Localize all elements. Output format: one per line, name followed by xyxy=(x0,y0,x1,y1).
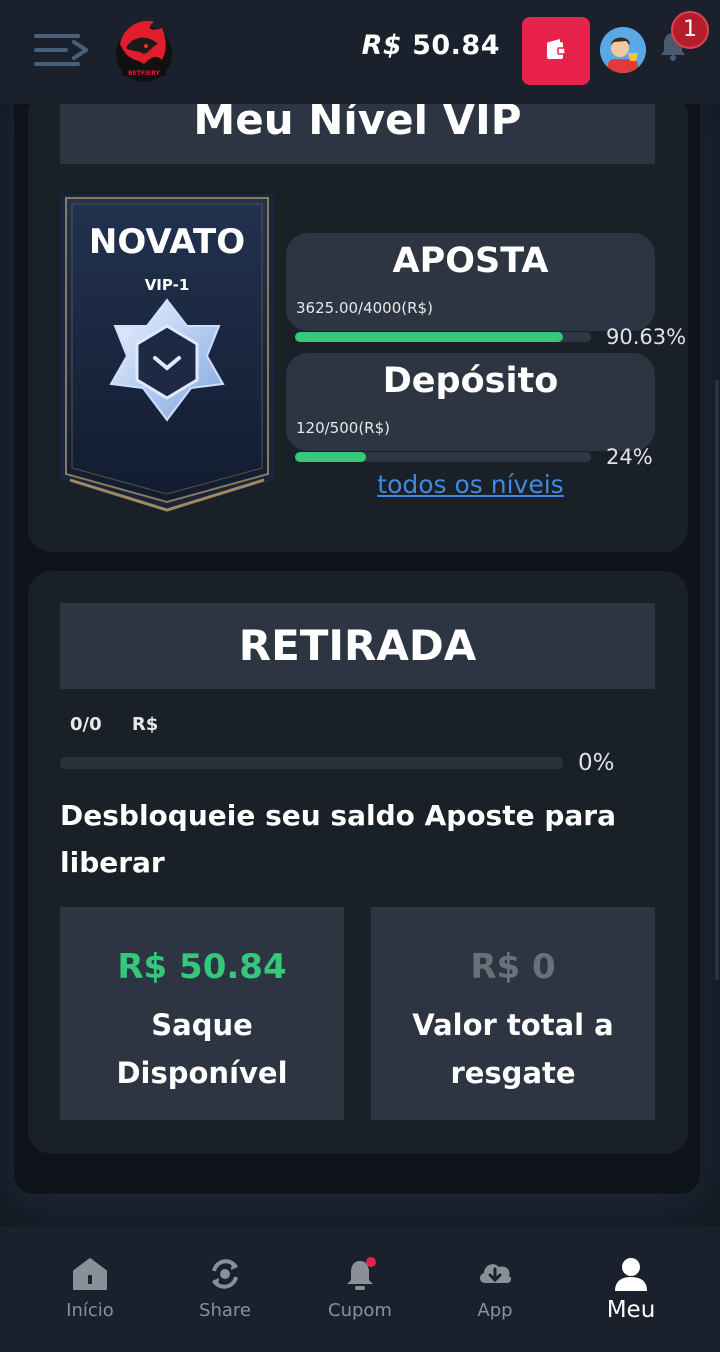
avatar[interactable] xyxy=(600,27,646,73)
home-icon xyxy=(73,1258,107,1290)
nav-item-meu[interactable]: Meu xyxy=(559,1227,703,1352)
wallet-icon xyxy=(547,39,566,59)
balance-currency: R$ xyxy=(361,30,403,61)
available-withdraw-label: Saque Disponível xyxy=(116,1008,288,1090)
nav-label-cupom: Cupom xyxy=(328,1300,392,1321)
nav-label-app: App xyxy=(477,1300,513,1321)
withdraw-progress-bar xyxy=(60,757,563,769)
bet-progress-bar xyxy=(295,332,591,342)
nav-item-share[interactable]: Share xyxy=(153,1227,297,1352)
nav-item-app[interactable]: App xyxy=(423,1227,567,1352)
deposit-progress-bar xyxy=(295,452,591,462)
scrollbar[interactable] xyxy=(715,380,719,980)
menu-icon[interactable] xyxy=(34,30,88,70)
available-withdraw-amount: R$ 50.84 xyxy=(117,947,287,987)
all-levels-link[interactable]: todos os níveis xyxy=(286,470,655,499)
notification-badge: 1 xyxy=(671,11,709,49)
deposit-progress-fill xyxy=(295,452,367,462)
bet-progress-box: APOSTA 3625.00/4000(R$) xyxy=(286,233,655,331)
wallet-button[interactable] xyxy=(522,17,590,85)
vip-badge-level: VIP-1 xyxy=(144,276,190,294)
available-withdraw-box: R$ 50.84 Saque Disponível xyxy=(60,907,344,1120)
deposit-label: Depósito xyxy=(382,361,559,401)
share-icon xyxy=(212,1259,238,1289)
nav-label-share: Share xyxy=(199,1300,251,1321)
total-redeem-box: R$ 0 Valor total a resgate xyxy=(371,907,655,1120)
unlock-message: Desbloqueie seu saldo Aposte para libera… xyxy=(60,799,616,879)
total-redeem-amount: R$ 0 xyxy=(470,947,556,987)
withdraw-progress-currency: R$ xyxy=(131,714,159,735)
bottom-nav: Início Share Cupom App Meu xyxy=(0,1227,720,1352)
bet-progress-fill xyxy=(295,332,564,342)
deposit-value: 120/500(R$) xyxy=(296,419,390,437)
deposit-progress-box: Depósito 120/500(R$) xyxy=(286,353,655,451)
total-redeem-label: Valor total a resgate xyxy=(412,1008,614,1090)
bet-value: 3625.00/4000(R$) xyxy=(296,299,433,317)
withdraw-progress-values: 0/0 R$ xyxy=(70,714,182,735)
withdraw-title: RETIRADA xyxy=(60,603,655,689)
nav-item-cupom[interactable]: Cupom xyxy=(288,1227,432,1352)
nav-label-meu: Meu xyxy=(606,1297,656,1323)
balance-amount: 50.84 xyxy=(412,30,500,61)
bet-percent: 90.63% xyxy=(606,325,687,349)
balance: R$ 50.84 xyxy=(362,30,500,61)
user-icon xyxy=(615,1258,647,1291)
nav-label-inicio: Início xyxy=(66,1300,114,1321)
cloud-download-icon xyxy=(479,1264,512,1283)
bell-icon xyxy=(347,1257,376,1290)
vip-badge-name: NOVATO xyxy=(88,222,246,262)
svg-text:BETFIERY: BETFIERY xyxy=(128,70,160,77)
withdraw-progress-value: 0/0 xyxy=(70,714,102,735)
top-header: BETFIERY R$ 50.84 1 xyxy=(0,0,720,104)
nav-item-inicio[interactable]: Início xyxy=(18,1227,162,1352)
logo[interactable]: BETFIERY xyxy=(106,14,178,86)
deposit-percent: 24% xyxy=(606,445,653,469)
withdraw-percent: 0% xyxy=(578,750,615,776)
bet-label: APOSTA xyxy=(392,241,549,281)
